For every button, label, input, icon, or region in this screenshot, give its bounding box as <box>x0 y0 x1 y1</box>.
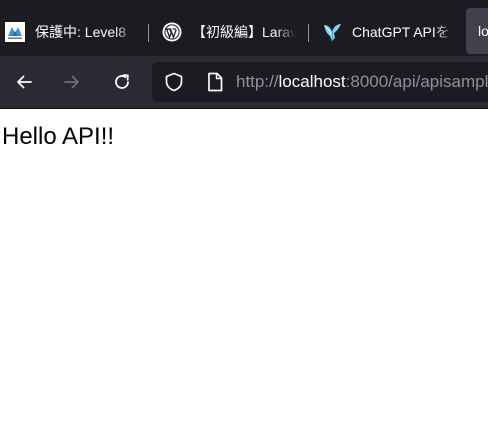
tab-strip: 保護中: Level8 【初級編】Laravel ChatGPT APIを <box>0 0 488 56</box>
level8-logo-icon <box>5 22 25 42</box>
reload-icon <box>115 74 129 89</box>
tab-level8[interactable]: 保護中: Level8 <box>4 10 140 54</box>
tab-separator <box>308 24 309 42</box>
address-bar[interactable]: http://localhost:8000/api/apisample <box>152 62 488 102</box>
browser-window: 保護中: Level8 【初級編】Laravel ChatGPT APIを <box>0 0 488 433</box>
url-host: localhost <box>278 72 346 91</box>
shield-icon[interactable] <box>164 72 184 92</box>
tab-title: 保護中: Level8 <box>35 24 127 40</box>
tab-localhost-active[interactable]: lo <box>466 8 488 54</box>
tab-title: lo <box>478 23 488 39</box>
reload-button[interactable] <box>106 66 138 98</box>
arrow-left-icon <box>17 75 32 89</box>
page-icon[interactable] <box>206 72 224 92</box>
url-scheme: http:// <box>236 72 279 91</box>
tab-title: 【初級編】Laravel <box>192 24 296 40</box>
url-path: :8000/api/apisample <box>345 72 488 91</box>
tab-title: ChatGPT APIを <box>352 24 450 40</box>
navigation-toolbar: http://localhost:8000/api/apisample <box>0 56 488 109</box>
url-text[interactable]: http://localhost:8000/api/apisample <box>236 72 488 92</box>
arrow-right-icon <box>64 75 79 89</box>
tab-chatgpt[interactable]: ChatGPT APIを <box>322 10 458 54</box>
tab-laravel[interactable]: 【初級編】Laravel <box>162 10 296 54</box>
back-button[interactable] <box>8 66 40 98</box>
tab-separator <box>148 24 149 42</box>
wordpress-icon <box>162 22 182 42</box>
response-text: Hello API!! <box>2 123 115 150</box>
page-content: Hello API!! <box>0 109 488 433</box>
forward-button[interactable] <box>56 66 88 98</box>
bird-icon <box>324 24 341 42</box>
